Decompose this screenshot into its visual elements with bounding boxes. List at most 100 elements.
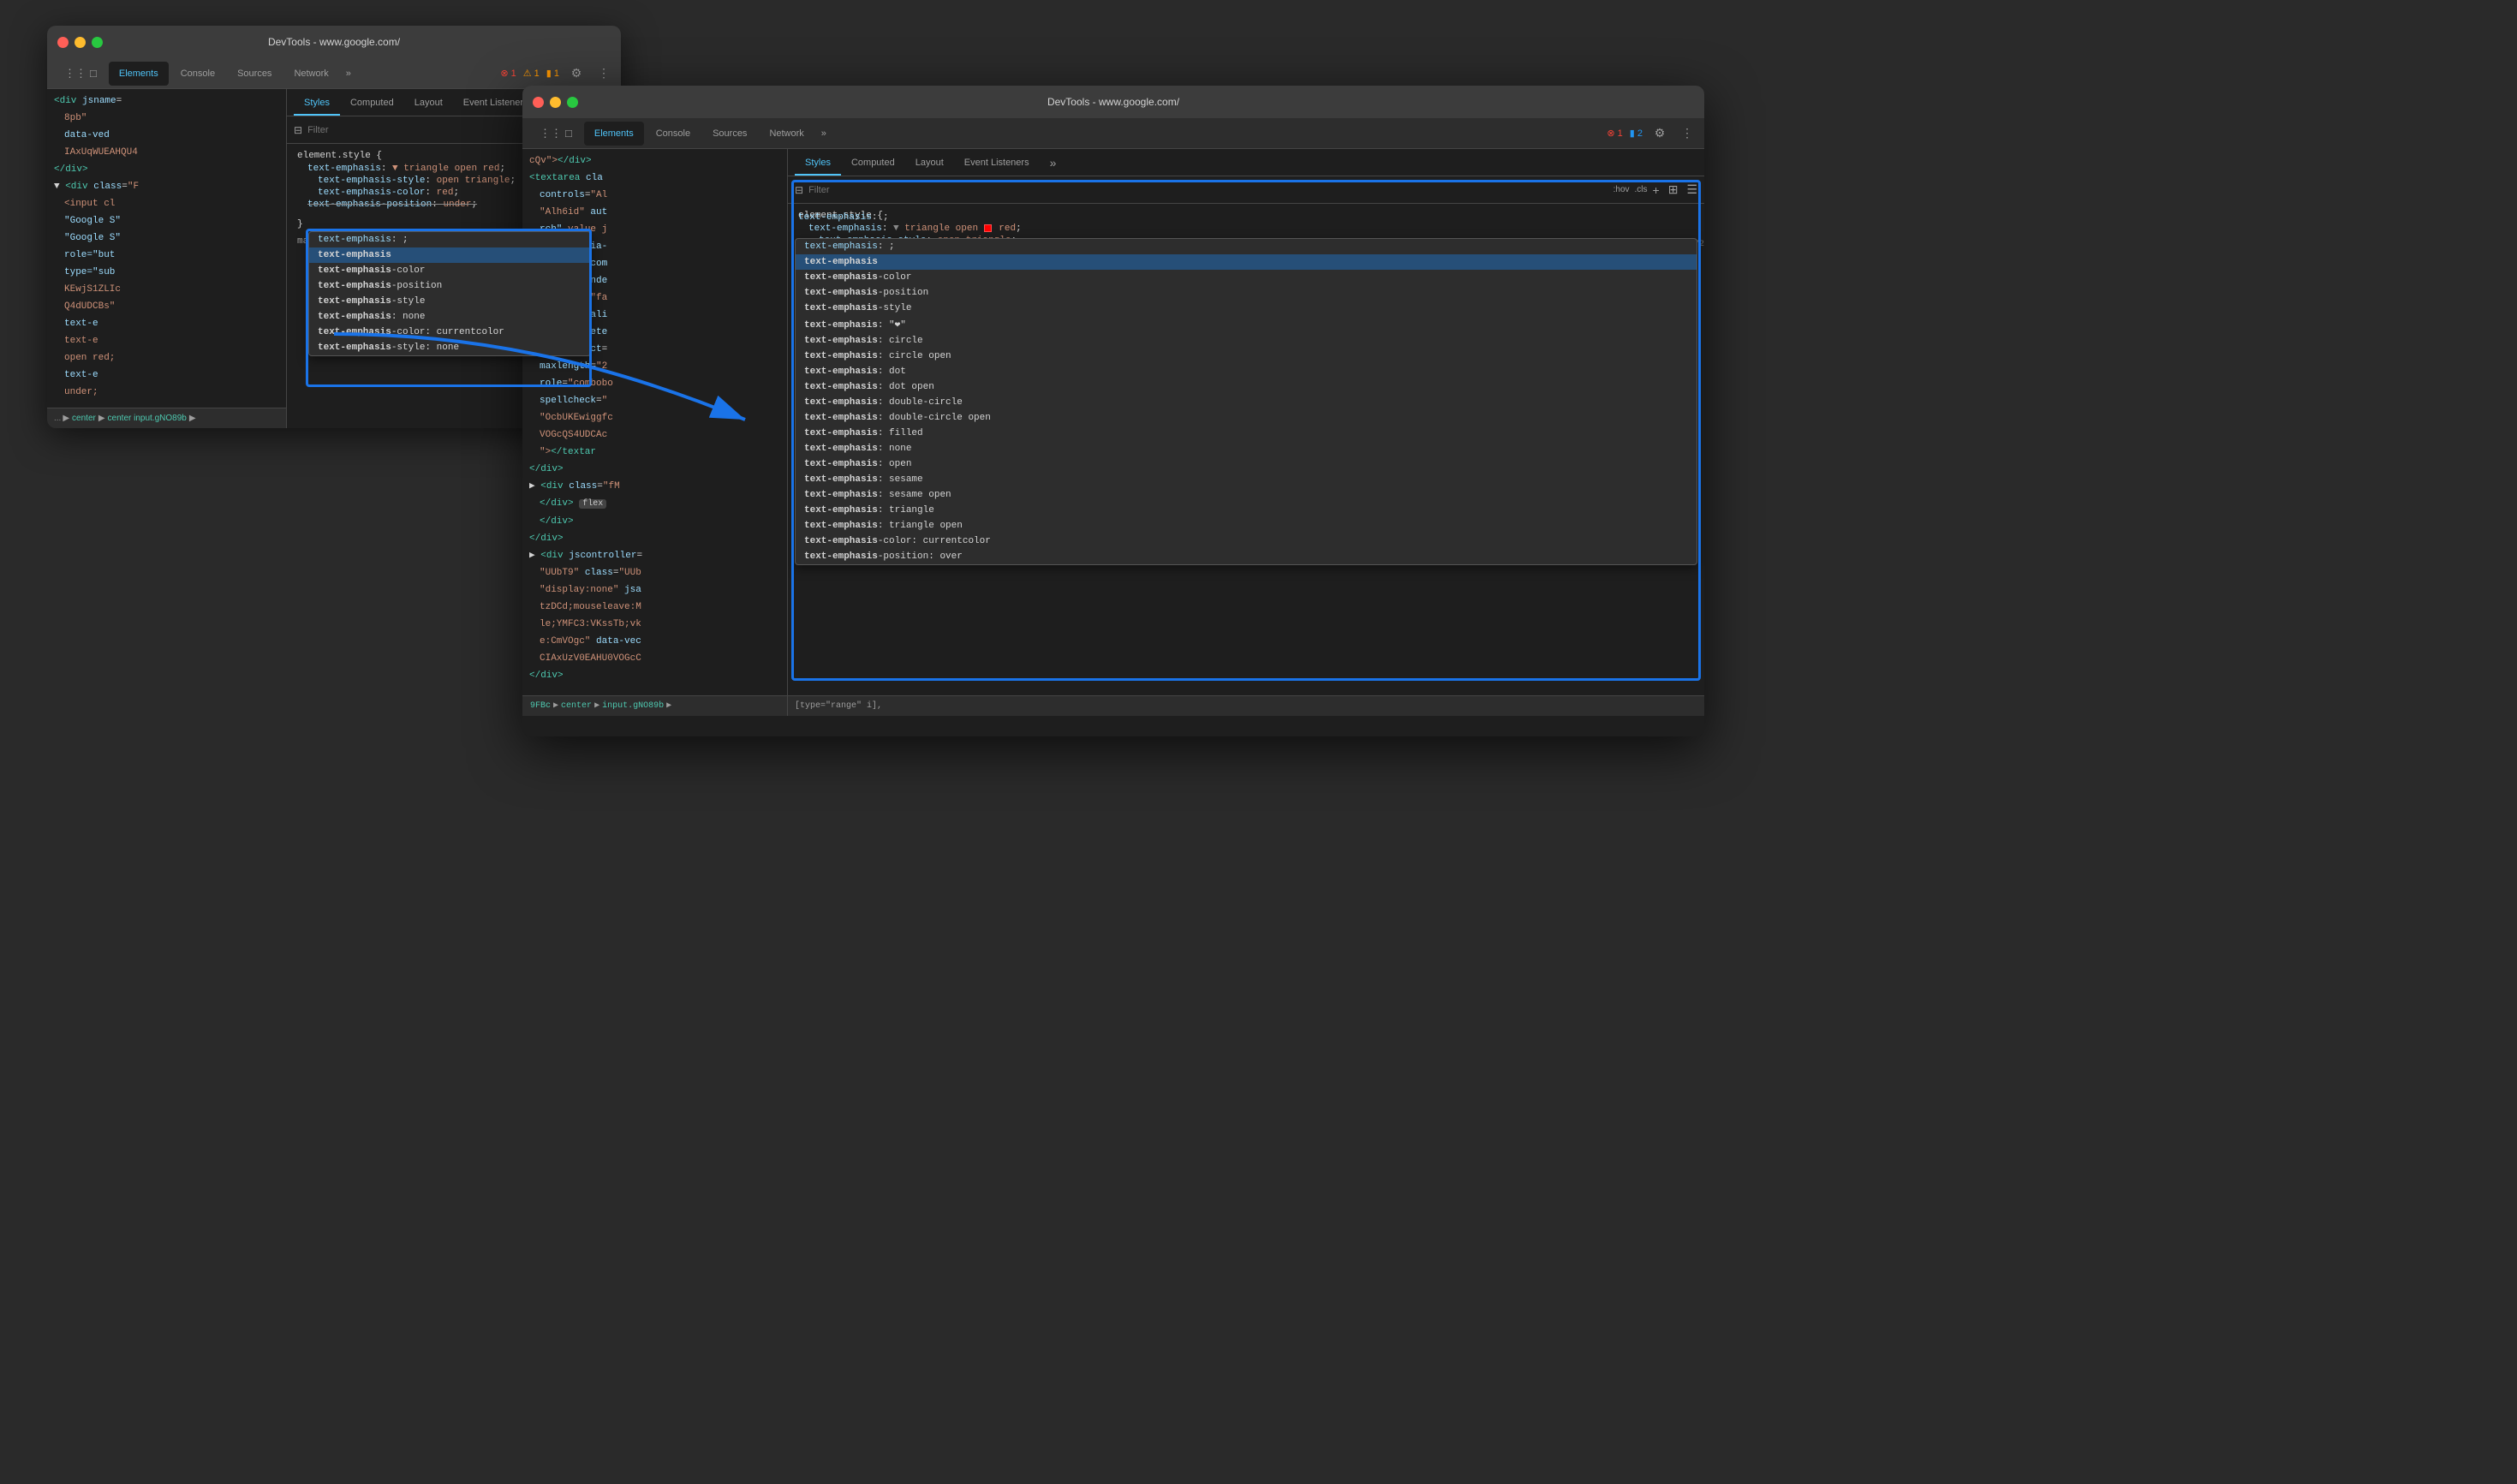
large-ac-item[interactable]: text-emphasis: none	[796, 441, 1697, 456]
tree-line: </div>	[47, 161, 286, 178]
large-tab-layout[interactable]: Layout	[905, 152, 954, 176]
tree-line: <textarea cla	[522, 170, 787, 187]
small-tab-elements[interactable]: Elements	[109, 62, 169, 86]
small-tab-styles[interactable]: Styles	[294, 92, 340, 116]
maximize-button[interactable]	[92, 37, 103, 48]
large-minimize-button[interactable]	[550, 97, 561, 108]
large-ac-item[interactable]: text-emphasis-position	[796, 285, 1697, 301]
large-tab-styles[interactable]: Styles	[795, 152, 841, 176]
large-tab-right: ⊗ 1 ▮ 2 ⚙ ⋮	[1607, 123, 1697, 144]
ac-item[interactable]: text-emphasis-color	[309, 263, 590, 278]
large-warn-badge: ▮ 2	[1630, 128, 1643, 139]
large-ac-item[interactable]: text-emphasis-position: over	[796, 549, 1697, 564]
tree-line: spellcheck="	[522, 392, 787, 409]
large-tab-console[interactable]: Console	[646, 122, 701, 146]
small-tab-console[interactable]: Console	[170, 62, 225, 86]
tree-line: CIAxUzV0EAHU0VOGcC	[522, 650, 787, 667]
large-filter-hov[interactable]: :hov	[1613, 185, 1630, 194]
large-tab-more[interactable]: »	[816, 122, 832, 146]
ac-item[interactable]: text-emphasis-color: currentcolor	[309, 325, 590, 340]
small-window-title: DevTools - www.google.com/	[268, 36, 400, 48]
large-ac-item[interactable]: text-emphasis: triangle	[796, 503, 1697, 518]
large-tab-elements[interactable]: Elements	[584, 122, 644, 146]
large-ac-input: text-emphasis: ;	[796, 239, 1697, 254]
large-ac-item[interactable]: text-emphasis-style	[796, 301, 1697, 316]
large-filter-cls[interactable]: .cls	[1635, 185, 1648, 194]
small-tabbar: ⋮⋮ □ Elements Console Sources Network » …	[47, 58, 621, 89]
large-ac-item[interactable]: text-emphasis: sesame open	[796, 487, 1697, 503]
tree-line: text-e	[47, 315, 286, 332]
ac-item-selected[interactable]: text-emphasis	[309, 247, 590, 263]
tree-line: </div>	[522, 513, 787, 530]
large-filter-add[interactable]: +	[1653, 183, 1660, 197]
small-tab-network[interactable]: Network	[283, 62, 338, 86]
large-filter-icon2[interactable]: ⊞	[1668, 182, 1679, 197]
large-ac-item[interactable]: text-emphasis-color	[796, 270, 1697, 285]
ac-item[interactable]: text-emphasis-style: none	[309, 340, 590, 355]
large-ac-typing-row: text-emphasis: ;	[798, 211, 1687, 224]
large-ac-item[interactable]: text-emphasis: open	[796, 456, 1697, 472]
small-inspect-icon[interactable]: ⋮⋮ □	[54, 62, 107, 86]
large-filter-icon3[interactable]: ☰	[1686, 182, 1697, 197]
large-ac-item[interactable]: text-emphasis: circle open	[796, 349, 1697, 364]
tree-line: role="combobo	[522, 375, 787, 392]
large-filter-bar: ⊟ :hov .cls + ⊞ ☰	[788, 176, 1704, 204]
large-inspect-icon[interactable]: ⋮⋮ □	[529, 122, 582, 146]
traffic-lights	[57, 37, 103, 48]
tree-line: ▶ <div class="fM	[522, 478, 787, 495]
tree-line: "display:none" jsa	[522, 581, 787, 599]
large-ac-item[interactable]: text-emphasis: dot open	[796, 379, 1697, 395]
large-ac-item[interactable]: text-emphasis: circle	[796, 333, 1697, 349]
large-ac-item[interactable]: text-emphasis: double-circle	[796, 395, 1697, 410]
large-more-icon[interactable]: ⋮	[1677, 123, 1697, 144]
ac-input-row: text-emphasis: ;	[309, 232, 590, 247]
large-devtools-window: DevTools - www.google.com/ ⋮⋮ □ Elements…	[522, 86, 1704, 736]
small-tab-sources[interactable]: Sources	[227, 62, 282, 86]
large-css-content: element.style { text-emphasis: ▼ triangl…	[788, 204, 1704, 716]
large-filter-icon: ⊟	[795, 184, 803, 196]
large-tab-network[interactable]: Network	[759, 122, 814, 146]
large-settings-icon[interactable]: ⚙	[1649, 123, 1670, 144]
tree-line: controls="Al	[522, 187, 787, 204]
large-tab-event-listeners[interactable]: Event Listeners	[954, 152, 1040, 176]
small-titlebar: DevTools - www.google.com/	[47, 26, 621, 58]
tree-line: le;YMFC3:VKssTb;vk	[522, 616, 787, 633]
large-ac-item[interactable]: text-emphasis: double-circle open	[796, 410, 1697, 426]
small-settings-icon[interactable]: ⚙	[566, 63, 587, 84]
ac-item[interactable]: text-emphasis-style	[309, 294, 590, 309]
large-ac-item[interactable]: text-emphasis: dot	[796, 364, 1697, 379]
tree-line: "Google S"	[47, 212, 286, 229]
large-ac-item[interactable]: text-emphasis-color: currentcolor	[796, 533, 1697, 549]
large-filter-input[interactable]	[808, 185, 1608, 195]
tree-line: </div>	[522, 530, 787, 547]
small-tab-computed[interactable]: Computed	[340, 92, 404, 116]
large-tab-styles-more[interactable]: »	[1040, 152, 1067, 176]
tree-line: "OcbUKEwiggfc	[522, 409, 787, 426]
large-ac-item[interactable]: text-emphasis: triangle open	[796, 518, 1697, 533]
ac-item[interactable]: text-emphasis: none	[309, 309, 590, 325]
tree-line: role="but	[47, 247, 286, 264]
tree-line: under;	[47, 384, 286, 401]
ac-item[interactable]: text-emphasis-position	[309, 278, 590, 294]
tree-line: text-e	[47, 367, 286, 384]
small-tab-layout[interactable]: Layout	[404, 92, 453, 116]
large-css-emphasis-rule[interactable]: text-emphasis: ▼ triangle open red;	[788, 223, 1704, 235]
large-ac-item[interactable]: text-emphasis: "❤"	[796, 316, 1697, 333]
small-more-icon[interactable]: ⋮	[593, 63, 614, 84]
tree-line: tzDCd;mouseleave:M	[522, 599, 787, 616]
large-close-button[interactable]	[533, 97, 544, 108]
small-tab-right: ⊗ 1 ⚠ 1 ▮ 1 ⚙ ⋮	[500, 63, 614, 84]
small-tab-more[interactable]: »	[341, 62, 356, 86]
large-ac-item-selected[interactable]: text-emphasis	[796, 254, 1697, 270]
large-styles-tabs: Styles Computed Layout Event Listeners »	[788, 149, 1704, 176]
large-ac-item[interactable]: text-emphasis: sesame	[796, 472, 1697, 487]
large-tab-sources[interactable]: Sources	[702, 122, 757, 146]
close-button[interactable]	[57, 37, 69, 48]
minimize-button[interactable]	[75, 37, 86, 48]
small-breadcrumb: ... ▶ center ▶ center input.gNO89b ▶	[47, 408, 286, 428]
large-maximize-button[interactable]	[567, 97, 578, 108]
large-tab-computed[interactable]: Computed	[841, 152, 905, 176]
large-ac-item[interactable]: text-emphasis: filled	[796, 426, 1697, 441]
tree-line: "></textar	[522, 444, 787, 461]
tree-line: VOGcQS4UDCAc	[522, 426, 787, 444]
